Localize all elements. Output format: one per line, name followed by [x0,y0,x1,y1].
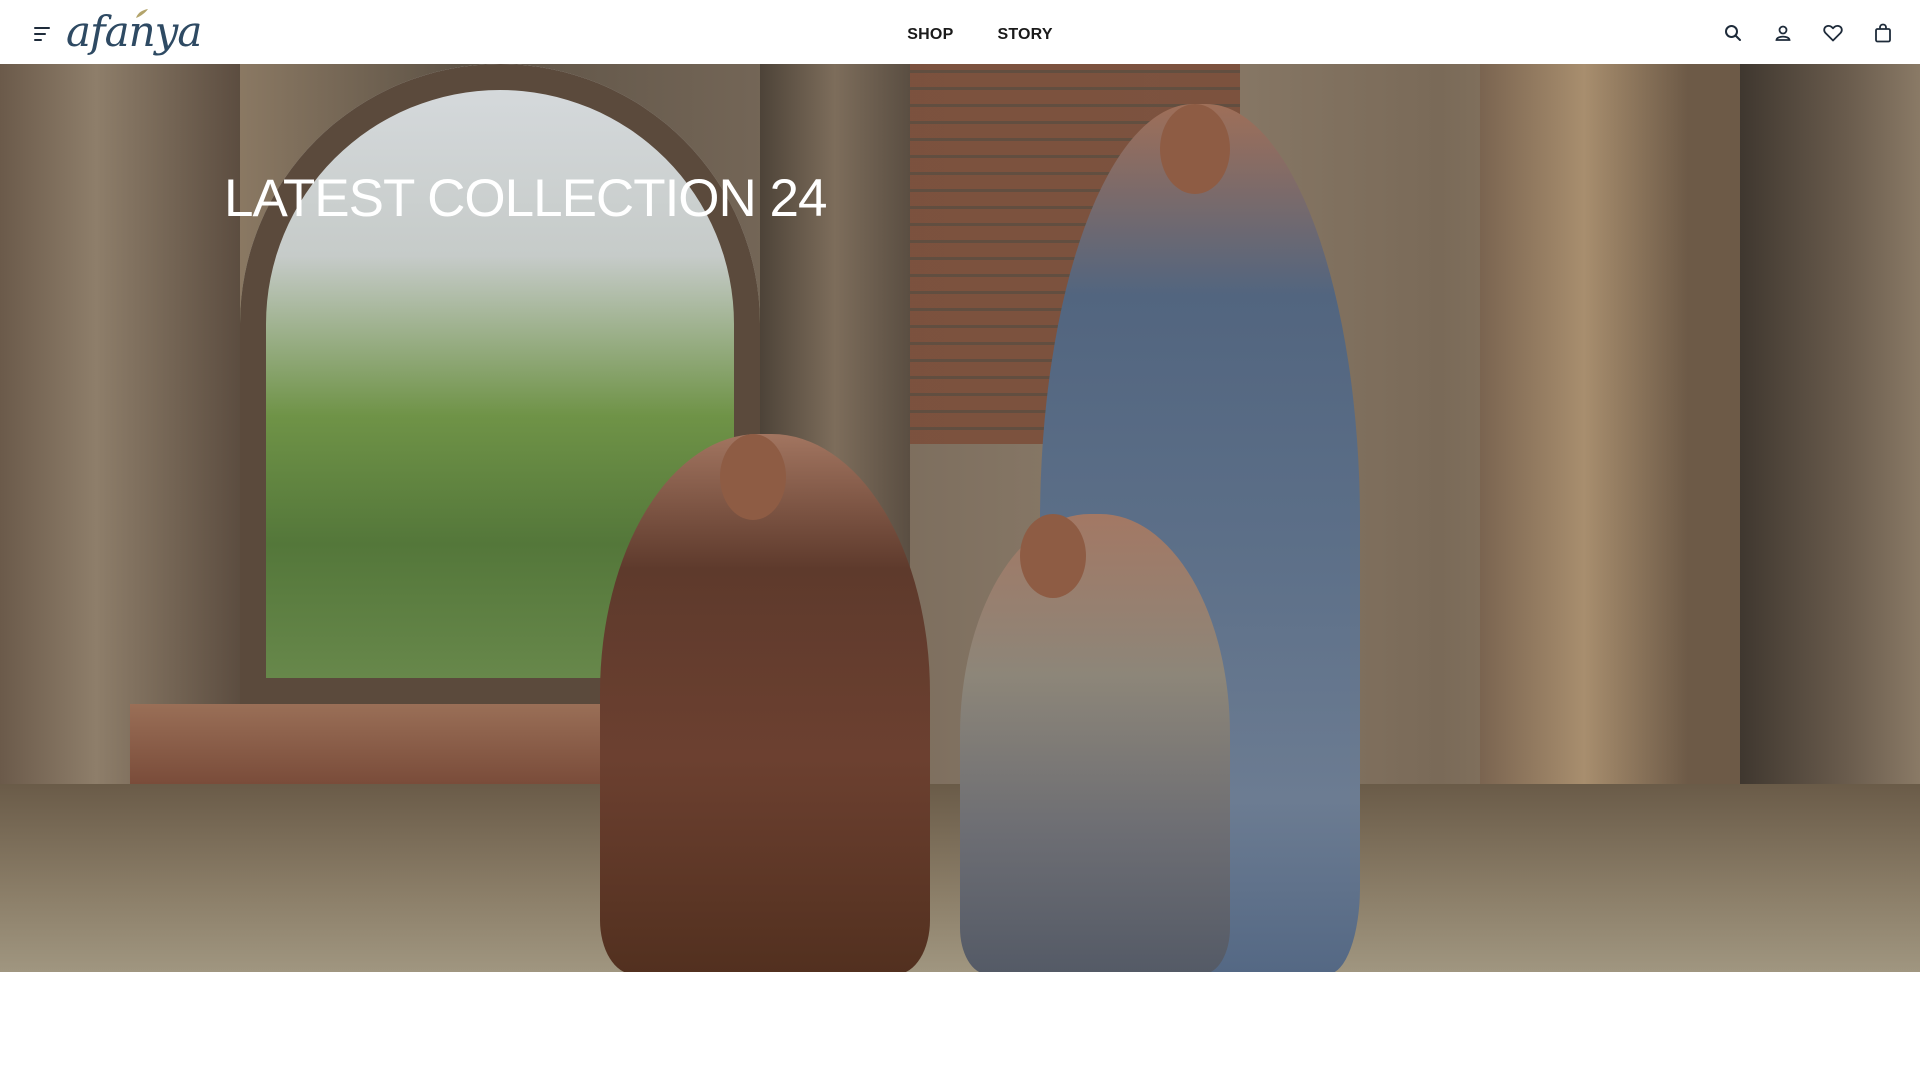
site-header: afanya SHOP STORY [0,0,1920,64]
hero-title: LATEST COLLECTION 24 [224,169,827,228]
main-nav: SHOP STORY [0,0,1920,64]
logo-leaf-icon [136,9,148,18]
page-content-below-hero [0,972,1920,1080]
search-icon[interactable] [1722,22,1744,44]
hero-image-model-seated [960,514,1230,972]
wishlist-icon[interactable] [1822,22,1844,44]
hamburger-menu-icon[interactable] [34,27,52,41]
hero-image-ledge [130,704,670,784]
cart-icon[interactable] [1872,22,1894,44]
hero-image-model-face [1020,514,1086,598]
nav-item-shop[interactable]: SHOP [907,26,953,44]
hero-image-model-face [720,434,786,520]
nav-item-story[interactable]: STORY [997,26,1052,44]
header-icons [1722,22,1894,44]
brand-logo[interactable]: afanya [66,6,202,58]
account-icon[interactable] [1772,22,1794,44]
hero-image-model-face [1160,104,1230,194]
hero-banner[interactable]: LATEST COLLECTION 24 [0,64,1920,972]
